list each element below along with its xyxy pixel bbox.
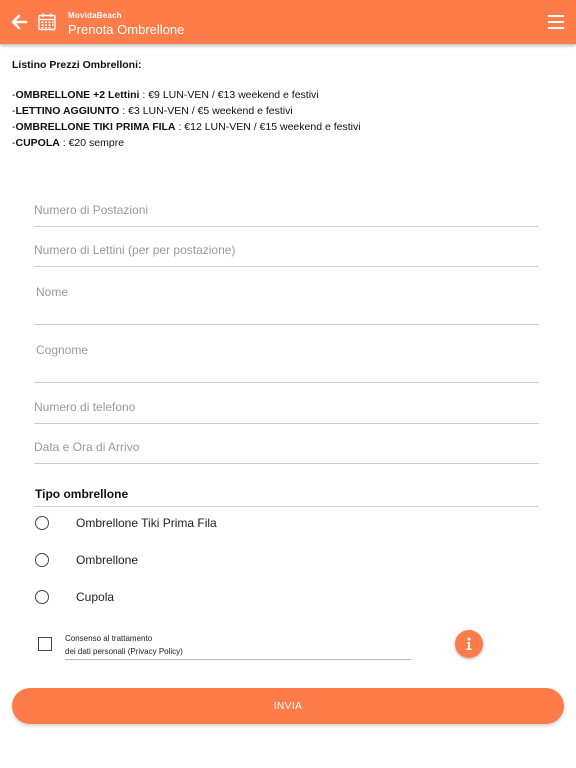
hamburger-menu-icon[interactable] — [548, 14, 564, 30]
arrivo-placeholder: Data e Ora di Arrivo — [34, 440, 140, 454]
lettini-placeholder: Numero di Lettini (per per postazione) — [34, 243, 236, 257]
radio-tiki-prima-fila[interactable]: Ombrellone Tiki Prima Fila — [35, 514, 335, 532]
nome-placeholder: Nome — [36, 285, 69, 299]
price-list-title: Listino Prezzi Ombrelloni: — [12, 59, 142, 71]
radio-circle-icon[interactable] — [35, 516, 49, 530]
telefono-field[interactable]: Numero di telefono — [34, 393, 539, 424]
page-title: Prenota Ombrellone — [68, 22, 185, 37]
telefono-placeholder: Numero di telefono — [34, 400, 136, 414]
postazioni-field[interactable]: Numero di Postazioni — [34, 196, 539, 227]
app-name: MovidaBeach — [68, 11, 122, 20]
price-item-name: CUPOLA — [15, 137, 60, 149]
consent-label: Consenso al trattamento dei dati persona… — [65, 632, 183, 658]
info-button[interactable] — [455, 630, 483, 658]
radio-cupola[interactable]: Cupola — [35, 588, 335, 606]
cognome-field[interactable]: Cognome — [34, 334, 539, 383]
calendar-icon — [37, 12, 57, 32]
consent-underline — [65, 659, 411, 660]
price-item-name: OMBRELLONE TIKI PRIMA FILA — [15, 121, 176, 133]
price-item: -OMBRELLONE +2 Lettini : €9 LUN-VEN / €1… — [12, 89, 319, 101]
submit-button[interactable]: INVIA — [12, 688, 564, 724]
radio-ombrellone[interactable]: Ombrellone — [35, 551, 335, 569]
radio-circle-icon[interactable] — [35, 553, 49, 567]
price-item: -OMBRELLONE TIKI PRIMA FILA : €12 LUN-VE… — [12, 121, 361, 133]
price-item-detail: : €20 sempre — [59, 137, 125, 149]
price-item: -CUPOLA : €20 sempre — [12, 137, 125, 149]
consent-checkbox[interactable] — [38, 637, 52, 651]
lettini-field[interactable]: Numero di Lettini (per per postazione) — [34, 236, 539, 267]
type-section-title: Tipo ombrellone — [35, 487, 129, 501]
postazioni-placeholder: Numero di Postazioni — [34, 203, 149, 217]
price-item-detail: : €12 LUN-VEN / €15 weekend e festivi — [175, 121, 361, 133]
app-header: MovidaBeach Prenota Ombrellone — [0, 0, 576, 44]
radio-circle-icon[interactable] — [35, 590, 49, 604]
price-list: Listino Prezzi Ombrelloni: -OMBRELLONE +… — [12, 57, 564, 151]
nome-field[interactable]: Nome — [34, 276, 539, 325]
radio-label: Ombrellone — [76, 553, 139, 567]
arrivo-field[interactable]: Data e Ora di Arrivo — [34, 433, 539, 464]
price-item-detail: : €3 LUN-VEN / €5 weekend e festivi — [119, 105, 293, 117]
price-item-detail: : €9 LUN-VEN / €13 weekend e festivi — [139, 89, 319, 101]
consent-line-1: Consenso al trattamento — [65, 634, 153, 643]
consent-line-2: dei dati personali (Privacy Policy) — [65, 647, 183, 656]
price-item: -LETTINO AGGIUNTO : €3 LUN-VEN / €5 week… — [12, 105, 293, 117]
price-item-name: OMBRELLONE +2 Lettini — [15, 89, 140, 101]
section-divider — [34, 506, 539, 507]
arrow-left-icon[interactable] — [9, 12, 29, 32]
radio-label: Cupola — [76, 590, 115, 604]
cognome-placeholder: Cognome — [36, 343, 89, 357]
price-item-name: LETTINO AGGIUNTO — [15, 105, 120, 117]
info-icon — [466, 637, 472, 650]
radio-label: Ombrellone Tiki Prima Fila — [76, 516, 217, 530]
